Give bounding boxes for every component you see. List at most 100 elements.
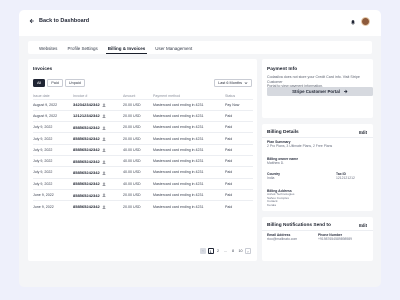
stripe-portal-button[interactable]: Stripe Customer Portal: [267, 87, 373, 96]
invoice-number-text: 858565242342: [73, 169, 100, 175]
app-frame: Back to Dashboard Websites Profile Setti…: [19, 10, 381, 287]
pagination-next-button[interactable]: ›: [245, 248, 251, 254]
amount-text: 40.00 USD: [123, 147, 141, 152]
amount-text: 40.00 USD: [123, 170, 141, 175]
issue-date-cell: July 9, 2022: [33, 154, 73, 167]
amount-text: 40.00 USD: [123, 181, 141, 186]
amount-text: 20.00 USD: [123, 204, 141, 209]
amount-cell: 40.00 USD: [123, 143, 153, 156]
payment-method-text: Mastercard card ending in 4231: [153, 204, 204, 209]
billing-details-title: Billing Details: [267, 130, 299, 135]
pagination-prev-button[interactable]: ‹: [200, 248, 206, 254]
table-row: July 9, 2022 858565242342 40.00 USD Masterc…: [33, 143, 253, 156]
download-icon[interactable]: [102, 103, 106, 107]
pagination-ellipsis: ...: [224, 249, 227, 253]
download-icon[interactable]: [102, 114, 106, 119]
invoice-filter-group: All Paid Unpaid: [33, 79, 85, 88]
download-icon[interactable]: [102, 159, 106, 164]
payment-method-text: Mastercard card ending in 4231: [153, 159, 204, 164]
billing-notifications-card: Billing Notifications Send to Edit Email…: [262, 217, 373, 261]
status-text: Paid: [225, 113, 233, 118]
payment-method-text: Mastercard card ending in 4231: [153, 170, 204, 175]
tab-websites[interactable]: Websites: [34, 46, 62, 54]
issue-date-cell: July 9, 2022: [33, 166, 73, 179]
tab-profile-settings[interactable]: Profile Settings: [62, 46, 102, 54]
table-row: July 9, 2022 858565242342 40.00 USD Masterc…: [33, 177, 253, 190]
status-cell: Paid: [225, 166, 253, 179]
tab-user-management[interactable]: User Management: [150, 46, 197, 54]
download-icon[interactable]: [102, 148, 106, 152]
user-avatar[interactable]: [361, 17, 370, 26]
issue-date-cell: July 9, 2022: [33, 177, 73, 190]
download-icon[interactable]: [102, 182, 106, 186]
invoice-number-text: 858565242342: [73, 158, 100, 164]
billing-owner-value: Matthew D.: [267, 161, 285, 165]
filter-all[interactable]: All: [33, 79, 46, 88]
status-cell: Paid: [225, 200, 253, 212]
status-cell: Paid: [225, 121, 253, 133]
tab-billing-invoices[interactable]: Billing & Invoices: [103, 46, 151, 54]
payment-method-text: Mastercard card ending in 4231: [153, 102, 204, 107]
billing-details-card: Billing Details Edit Plan Summary 2 Pro …: [262, 124, 373, 211]
issue-date-text: July 9, 2022: [33, 147, 53, 152]
invoice-number-text: 858565242342: [73, 147, 100, 153]
payment-method-cell: Mastercard card ending in 4231: [153, 166, 225, 179]
issue-date-text: June 9, 2022: [33, 204, 54, 209]
payment-method-text: Mastercard card ending in 4231: [153, 147, 204, 152]
download-icon[interactable]: [102, 126, 106, 130]
page-button[interactable]: 1: [207, 248, 214, 254]
stripe-portal-label: Stripe Customer Portal: [292, 89, 340, 94]
invoice-number-text: 121212342342: [73, 113, 100, 119]
filter-unpaid[interactable]: Unpaid: [64, 79, 85, 88]
status-text: Paid: [225, 181, 233, 186]
back-to-dashboard-link[interactable]: Back to Dashboard: [29, 18, 89, 24]
invoice-number-cell: 858565242342: [73, 154, 123, 167]
issue-date-text: July 9, 2022: [33, 136, 53, 141]
period-dropdown[interactable]: Last 6 Months: [214, 79, 252, 88]
invoice-number-cell: 858565242342: [73, 188, 123, 201]
issue-date-text: July 9, 2022: [33, 125, 53, 130]
status-cell: Paid: [225, 132, 253, 145]
amount-text: 20.00 USD: [123, 136, 141, 141]
payment-method-text: Mastercard card ending in 4231: [153, 136, 204, 141]
download-icon[interactable]: [102, 205, 106, 209]
table-row: July 9, 2022 858565242342 20.00 USD Masterc…: [33, 132, 253, 145]
arrow-left-icon: [29, 18, 34, 24]
country-value: India: [267, 176, 275, 180]
invoice-number-text: 342342342342: [73, 102, 100, 108]
back-label: Back to Dashboard: [39, 18, 90, 24]
notifications-edit-button[interactable]: Edit: [359, 223, 367, 228]
payment-info-card: Payment Info Codasilva does not store yo…: [262, 59, 373, 118]
issue-date-cell: June 9, 2022: [33, 188, 73, 201]
status-cell: Paid: [225, 154, 253, 167]
page-button[interactable]: 10: [238, 248, 244, 254]
invoice-number-cell: 858565242342: [73, 143, 123, 156]
page-button[interactable]: 2: [215, 248, 221, 254]
issue-date-cell: July 9, 2022: [33, 143, 73, 156]
payment-method-text: Mastercard card ending in 4231: [153, 181, 204, 186]
table-row: August 9, 2022 121212342342 20.00 USD Maste…: [33, 109, 253, 122]
invoice-number-cell: 121212342342: [73, 109, 123, 122]
download-icon[interactable]: [102, 171, 106, 175]
chevron-down-icon: [244, 82, 248, 85]
filter-paid[interactable]: Paid: [47, 79, 63, 88]
amount-cell: 20.00 USD: [123, 121, 153, 133]
address-line: Kerala: [267, 202, 276, 207]
invoice-number-text: 858565242342: [73, 136, 100, 142]
download-icon[interactable]: [102, 137, 106, 141]
billing-edit-button[interactable]: Edit: [359, 130, 367, 135]
status-text: Paid: [225, 125, 233, 130]
amount-cell: 20.00 USD: [123, 109, 153, 122]
payment-method-cell: Mastercard card ending in 4231: [153, 143, 225, 156]
issue-date-cell: June 9, 2022: [33, 200, 73, 212]
pagination: ‹ 1 2 ... 8 10 ›: [200, 248, 251, 254]
page-button[interactable]: 8: [230, 248, 236, 254]
amount-cell: 20.00 USD: [123, 98, 153, 111]
download-icon[interactable]: [102, 193, 106, 198]
notification-bell-icon[interactable]: [350, 19, 356, 25]
table-row: July 9, 2022 858565242342 40.00 USD Masterc…: [33, 166, 253, 179]
invoice-number-text: 858565242342: [73, 204, 100, 210]
invoices-table-body: August 9, 2022 342342342342 20.00 USD Maste…: [33, 98, 253, 212]
status-cell[interactable]: Pay Now: [225, 98, 253, 111]
status-cell: Paid: [225, 188, 253, 201]
